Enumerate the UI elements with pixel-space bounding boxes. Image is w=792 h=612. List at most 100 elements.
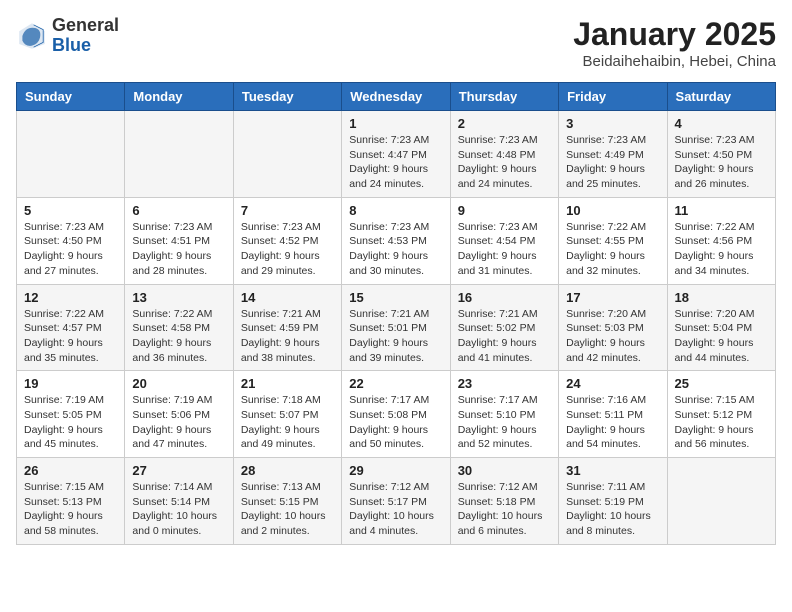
week-row-2: 5Sunrise: 7:23 AM Sunset: 4:50 PM Daylig… (17, 197, 776, 284)
calendar-cell: 18 Sunrise: 7:20 AM Sunset: 5:04 PM Dayli… (667, 284, 775, 371)
calendar-cell: 10 Sunrise: 7:22 AM Sunset: 4:55 PM Dayli… (559, 197, 667, 284)
day-info: Sunrise: 7:13 AM Sunset: 5:15 PM Dayligh… (241, 480, 334, 539)
day-info: Sunrise: 7:22 AM Sunset: 4:55 PM Dayligh… (566, 220, 659, 279)
day-number: 31 (566, 463, 659, 478)
day-number: 9 (458, 203, 551, 218)
day-info: Sunrise: 7:20 AM Sunset: 5:04 PM Dayligh… (675, 307, 768, 366)
day-info: Sunrise: 7:15 AM Sunset: 5:12 PM Dayligh… (675, 393, 768, 452)
day-info: Sunrise: 7:23 AM Sunset: 4:48 PM Dayligh… (458, 133, 551, 192)
day-number: 28 (241, 463, 334, 478)
weekday-header-saturday: Saturday (667, 83, 775, 111)
calendar-cell: 21 Sunrise: 7:18 AM Sunset: 5:07 PM Dayli… (233, 371, 341, 458)
day-info: Sunrise: 7:18 AM Sunset: 5:07 PM Dayligh… (241, 393, 334, 452)
calendar-cell (125, 111, 233, 198)
calendar-cell: 30 Sunrise: 7:12 AM Sunset: 5:18 PM Dayli… (450, 458, 558, 545)
day-info: Sunrise: 7:14 AM Sunset: 5:14 PM Dayligh… (132, 480, 225, 539)
day-number: 3 (566, 116, 659, 131)
week-row-3: 12 Sunrise: 7:22 AM Sunset: 4:57 PM Dayli… (17, 284, 776, 371)
day-info: Sunrise: 7:17 AM Sunset: 5:10 PM Dayligh… (458, 393, 551, 452)
weekday-header-row: SundayMondayTuesdayWednesdayThursdayFrid… (17, 83, 776, 111)
day-number: 8 (349, 203, 442, 218)
day-number: 29 (349, 463, 442, 478)
calendar-cell: 2 Sunrise: 7:23 AM Sunset: 4:48 PM Daylig… (450, 111, 558, 198)
weekday-header-thursday: Thursday (450, 83, 558, 111)
day-info: Sunrise: 7:11 AM Sunset: 5:19 PM Dayligh… (566, 480, 659, 539)
day-info: Sunrise: 7:23 AM Sunset: 4:51 PM Dayligh… (132, 220, 225, 279)
location: Beidaihehaibin, Hebei, China (573, 53, 776, 70)
calendar-cell: 13 Sunrise: 7:22 AM Sunset: 4:58 PM Dayli… (125, 284, 233, 371)
calendar-cell: 9Sunrise: 7:23 AM Sunset: 4:54 PM Daylig… (450, 197, 558, 284)
day-number: 17 (566, 290, 659, 305)
week-row-5: 26Sunrise: 7:15 AM Sunset: 5:13 PM Dayli… (17, 458, 776, 545)
calendar-cell: 20 Sunrise: 7:19 AM Sunset: 5:06 PM Dayli… (125, 371, 233, 458)
title-block: January 2025 Beidaihehaibin, Hebei, Chin… (573, 16, 776, 70)
day-info: Sunrise: 7:17 AM Sunset: 5:08 PM Dayligh… (349, 393, 442, 452)
day-number: 19 (24, 376, 117, 391)
day-info: Sunrise: 7:22 AM Sunset: 4:57 PM Dayligh… (24, 307, 117, 366)
day-info: Sunrise: 7:23 AM Sunset: 4:50 PM Dayligh… (24, 220, 117, 279)
day-number: 21 (241, 376, 334, 391)
day-number: 22 (349, 376, 442, 391)
day-info: Sunrise: 7:21 AM Sunset: 5:01 PM Dayligh… (349, 307, 442, 366)
day-number: 16 (458, 290, 551, 305)
day-number: 23 (458, 376, 551, 391)
weekday-header-wednesday: Wednesday (342, 83, 450, 111)
logo-text: General Blue (52, 16, 119, 56)
calendar-cell: 24 Sunrise: 7:16 AM Sunset: 5:11 PM Dayli… (559, 371, 667, 458)
day-number: 15 (349, 290, 442, 305)
calendar-cell: 17 Sunrise: 7:20 AM Sunset: 5:03 PM Dayli… (559, 284, 667, 371)
day-info: Sunrise: 7:12 AM Sunset: 5:18 PM Dayligh… (458, 480, 551, 539)
page-header: General Blue January 2025 Beidaihehaibin… (16, 16, 776, 70)
day-number: 26 (24, 463, 117, 478)
day-number: 13 (132, 290, 225, 305)
calendar-cell: 12 Sunrise: 7:22 AM Sunset: 4:57 PM Dayli… (17, 284, 125, 371)
calendar-cell: 6 Sunrise: 7:23 AM Sunset: 4:51 PM Daylig… (125, 197, 233, 284)
day-number: 1 (349, 116, 442, 131)
day-info: Sunrise: 7:23 AM Sunset: 4:53 PM Dayligh… (349, 220, 442, 279)
calendar-cell: 8 Sunrise: 7:23 AM Sunset: 4:53 PM Daylig… (342, 197, 450, 284)
day-info: Sunrise: 7:23 AM Sunset: 4:47 PM Dayligh… (349, 133, 442, 192)
day-info: Sunrise: 7:16 AM Sunset: 5:11 PM Dayligh… (566, 393, 659, 452)
day-number: 27 (132, 463, 225, 478)
day-info: Sunrise: 7:23 AM Sunset: 4:49 PM Dayligh… (566, 133, 659, 192)
weekday-header-friday: Friday (559, 83, 667, 111)
weekday-header-sunday: Sunday (17, 83, 125, 111)
day-number: 7 (241, 203, 334, 218)
day-number: 30 (458, 463, 551, 478)
calendar-cell: 19Sunrise: 7:19 AM Sunset: 5:05 PM Dayli… (17, 371, 125, 458)
day-number: 24 (566, 376, 659, 391)
calendar-cell: 1 Sunrise: 7:23 AM Sunset: 4:47 PM Daylig… (342, 111, 450, 198)
logo: General Blue (16, 16, 119, 56)
logo-icon (16, 20, 48, 52)
day-number: 10 (566, 203, 659, 218)
calendar-cell: 31 Sunrise: 7:11 AM Sunset: 5:19 PM Dayli… (559, 458, 667, 545)
calendar-cell: 26Sunrise: 7:15 AM Sunset: 5:13 PM Dayli… (17, 458, 125, 545)
weekday-header-monday: Monday (125, 83, 233, 111)
week-row-1: 1 Sunrise: 7:23 AM Sunset: 4:47 PM Daylig… (17, 111, 776, 198)
calendar-cell: 14 Sunrise: 7:21 AM Sunset: 4:59 PM Dayli… (233, 284, 341, 371)
day-info: Sunrise: 7:19 AM Sunset: 5:06 PM Dayligh… (132, 393, 225, 452)
day-info: Sunrise: 7:12 AM Sunset: 5:17 PM Dayligh… (349, 480, 442, 539)
day-number: 12 (24, 290, 117, 305)
day-number: 18 (675, 290, 768, 305)
day-info: Sunrise: 7:22 AM Sunset: 4:58 PM Dayligh… (132, 307, 225, 366)
day-number: 2 (458, 116, 551, 131)
day-number: 6 (132, 203, 225, 218)
calendar-cell: 3 Sunrise: 7:23 AM Sunset: 4:49 PM Daylig… (559, 111, 667, 198)
day-info: Sunrise: 7:21 AM Sunset: 4:59 PM Dayligh… (241, 307, 334, 366)
day-number: 20 (132, 376, 225, 391)
calendar-table: SundayMondayTuesdayWednesdayThursdayFrid… (16, 82, 776, 545)
day-number: 14 (241, 290, 334, 305)
calendar-cell: 4Sunrise: 7:23 AM Sunset: 4:50 PM Daylig… (667, 111, 775, 198)
month-title: January 2025 (573, 16, 776, 53)
day-number: 4 (675, 116, 768, 131)
calendar-cell: 7 Sunrise: 7:23 AM Sunset: 4:52 PM Daylig… (233, 197, 341, 284)
day-info: Sunrise: 7:22 AM Sunset: 4:56 PM Dayligh… (675, 220, 768, 279)
calendar-cell: 11Sunrise: 7:22 AM Sunset: 4:56 PM Dayli… (667, 197, 775, 284)
calendar-cell: 23 Sunrise: 7:17 AM Sunset: 5:10 PM Dayli… (450, 371, 558, 458)
calendar-cell: 15 Sunrise: 7:21 AM Sunset: 5:01 PM Dayli… (342, 284, 450, 371)
day-info: Sunrise: 7:23 AM Sunset: 4:52 PM Dayligh… (241, 220, 334, 279)
week-row-4: 19Sunrise: 7:19 AM Sunset: 5:05 PM Dayli… (17, 371, 776, 458)
calendar-cell (17, 111, 125, 198)
day-info: Sunrise: 7:20 AM Sunset: 5:03 PM Dayligh… (566, 307, 659, 366)
